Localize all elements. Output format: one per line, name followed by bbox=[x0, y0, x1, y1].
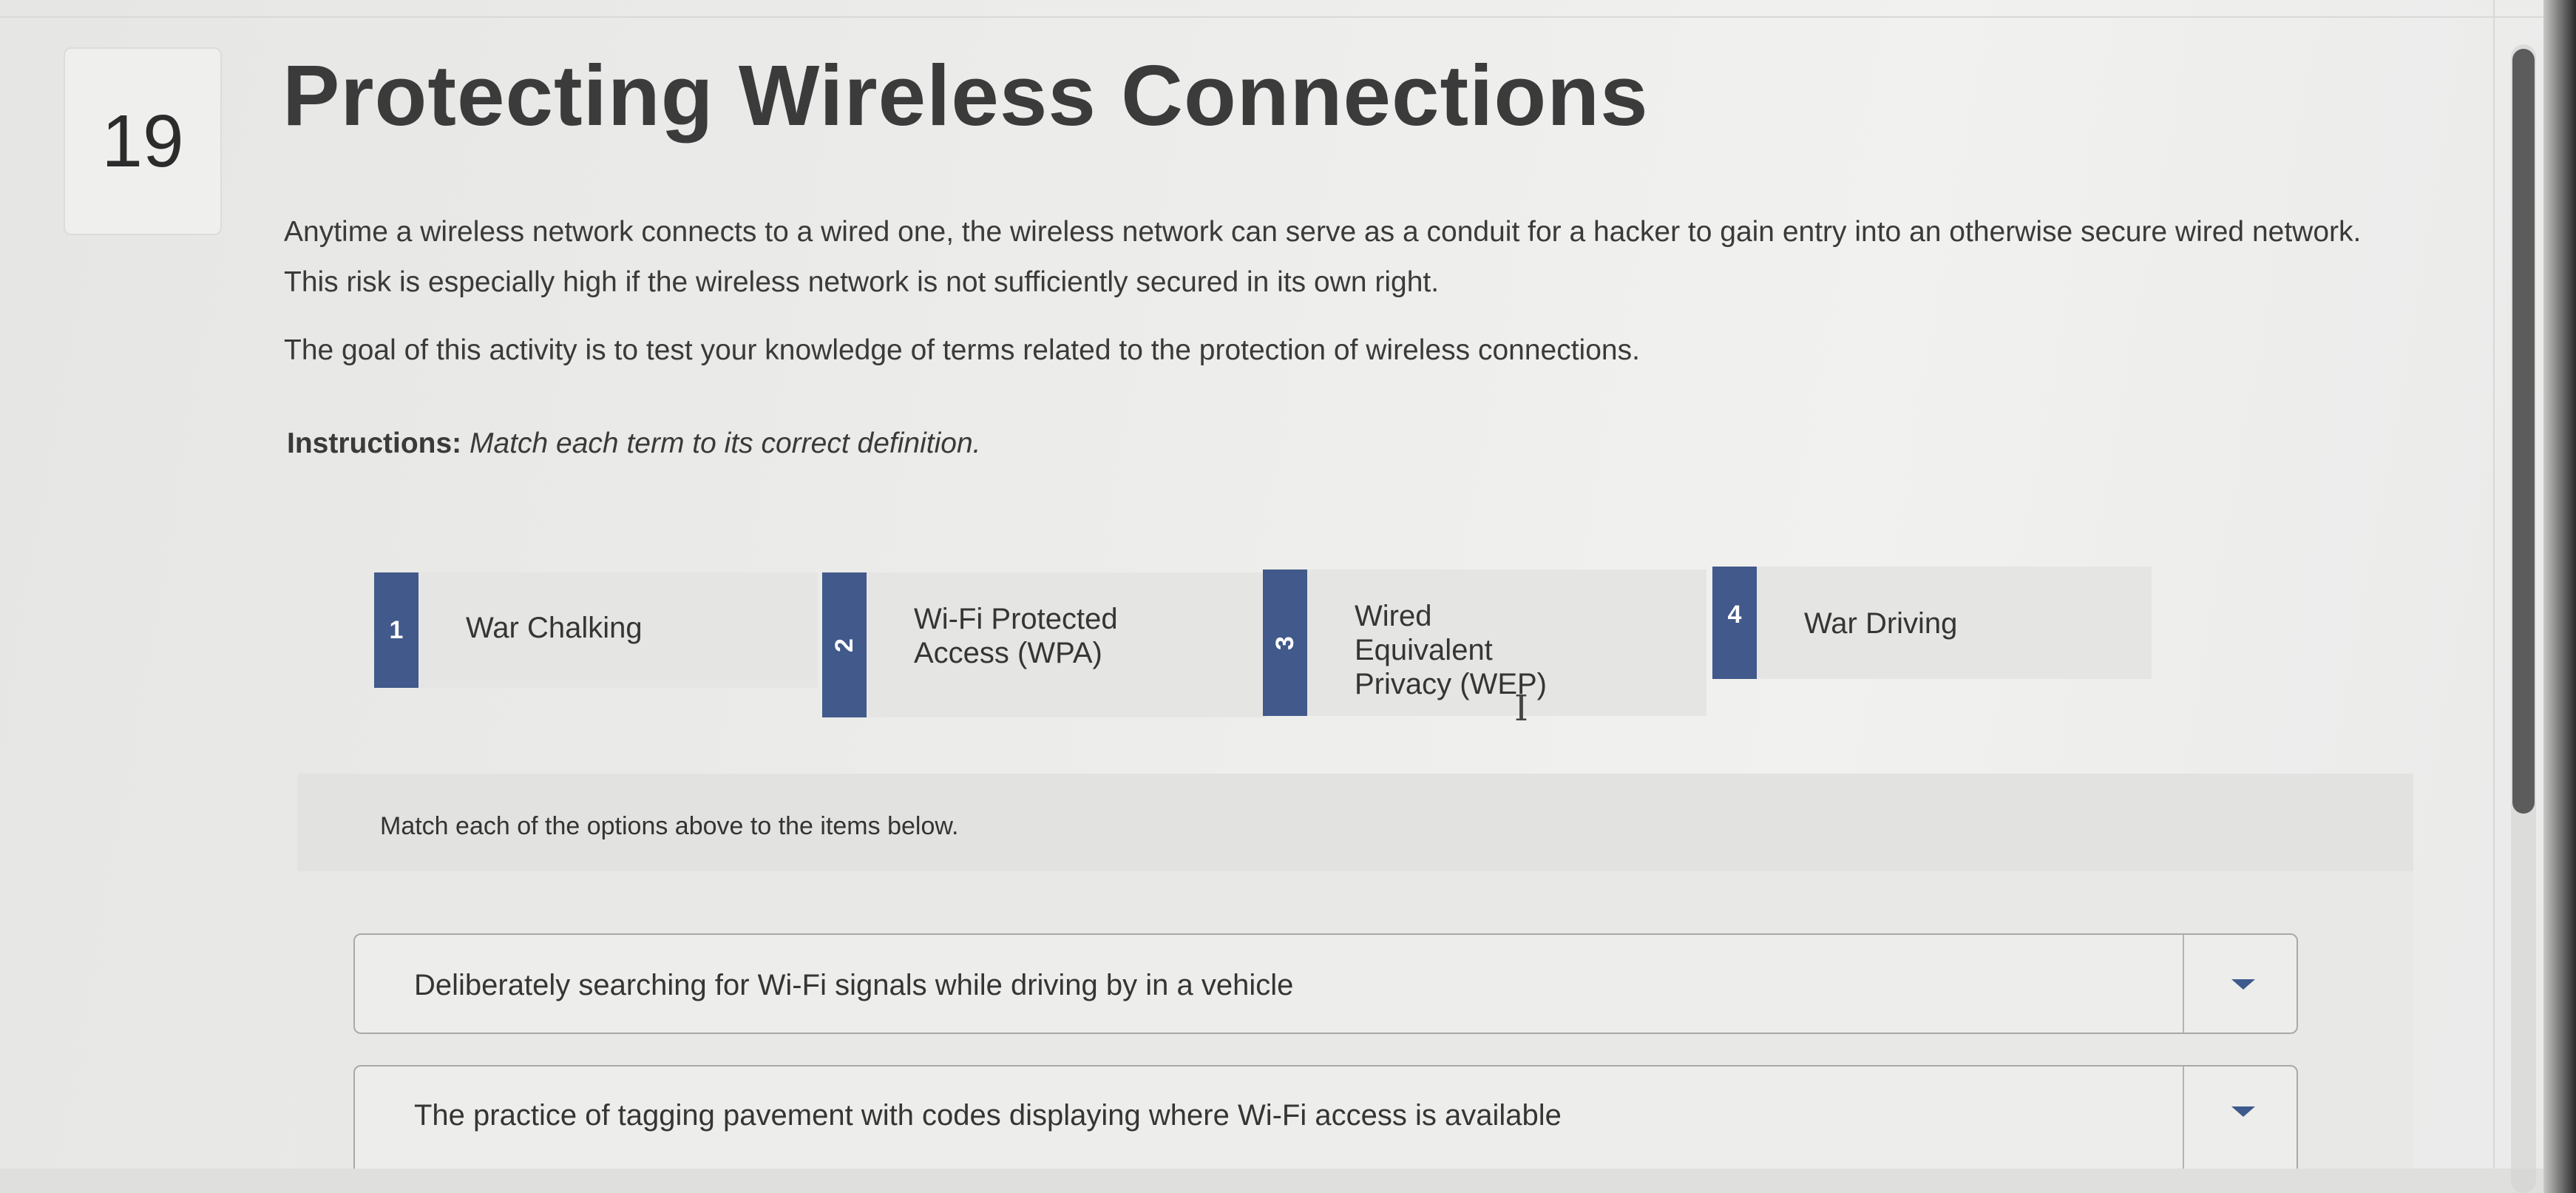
definition-dropdown-1[interactable]: Deliberately searching for Wi-Fi signals… bbox=[353, 933, 2298, 1034]
top-divider bbox=[0, 16, 2576, 18]
goal-text: The goal of this activity is to test you… bbox=[284, 334, 1640, 366]
activity-page: 19 Protecting Wireless Connections Anyti… bbox=[0, 0, 2576, 1193]
content-right-border bbox=[2493, 0, 2495, 1193]
term-number-1: 1 bbox=[374, 572, 418, 688]
definition-text-1: Deliberately searching for Wi-Fi signals… bbox=[414, 969, 1294, 1001]
matching-header: Match each of the options above to the i… bbox=[297, 774, 2413, 871]
caret-down-icon[interactable] bbox=[2231, 979, 2255, 990]
instructions: Instructions: Match each term to its cor… bbox=[287, 427, 980, 460]
screen-bezel bbox=[2543, 0, 2576, 1193]
definition-text-2: The practice of tagging pavement with co… bbox=[414, 1099, 1562, 1132]
term-card-1[interactable]: 1 War Chalking bbox=[374, 572, 818, 688]
text-cursor-icon: I bbox=[1514, 688, 1528, 729]
scrollbar-thumb[interactable] bbox=[2512, 49, 2535, 814]
term-card-2[interactable]: 2 Wi-Fi Protected Access (WPA) bbox=[822, 572, 1266, 717]
bottom-edge bbox=[0, 1169, 2543, 1193]
instructions-label: Instructions: bbox=[287, 427, 462, 459]
intro-paragraph: Anytime a wireless network connects to a… bbox=[284, 216, 2362, 298]
term-label-2: Wi-Fi Protected Access (WPA) bbox=[914, 603, 1118, 669]
term-label-3: Wired Equivalent Privacy (WEP) bbox=[1355, 600, 1547, 700]
question-number-badge: 19 bbox=[64, 47, 222, 235]
term-number-2: 2 bbox=[822, 572, 867, 717]
term-label-1: War Chalking bbox=[466, 612, 643, 644]
matching-prompt: Match each of the options above to the i… bbox=[380, 812, 959, 840]
caret-down-icon[interactable] bbox=[2231, 1106, 2255, 1117]
term-number-3: 3 bbox=[1263, 570, 1307, 716]
instructions-text: Match each term to its correct definitio… bbox=[470, 427, 981, 459]
term-card-3[interactable]: 3 Wired Equivalent Privacy (WEP) bbox=[1263, 570, 1706, 716]
page-title: Protecting Wireless Connections bbox=[282, 47, 1649, 143]
term-number-4: 4 bbox=[1712, 567, 1757, 679]
term-card-4[interactable]: 4 War Driving bbox=[1712, 567, 2152, 679]
dropdown-divider bbox=[2183, 935, 2184, 1033]
term-label-4: War Driving bbox=[1804, 607, 1958, 640]
